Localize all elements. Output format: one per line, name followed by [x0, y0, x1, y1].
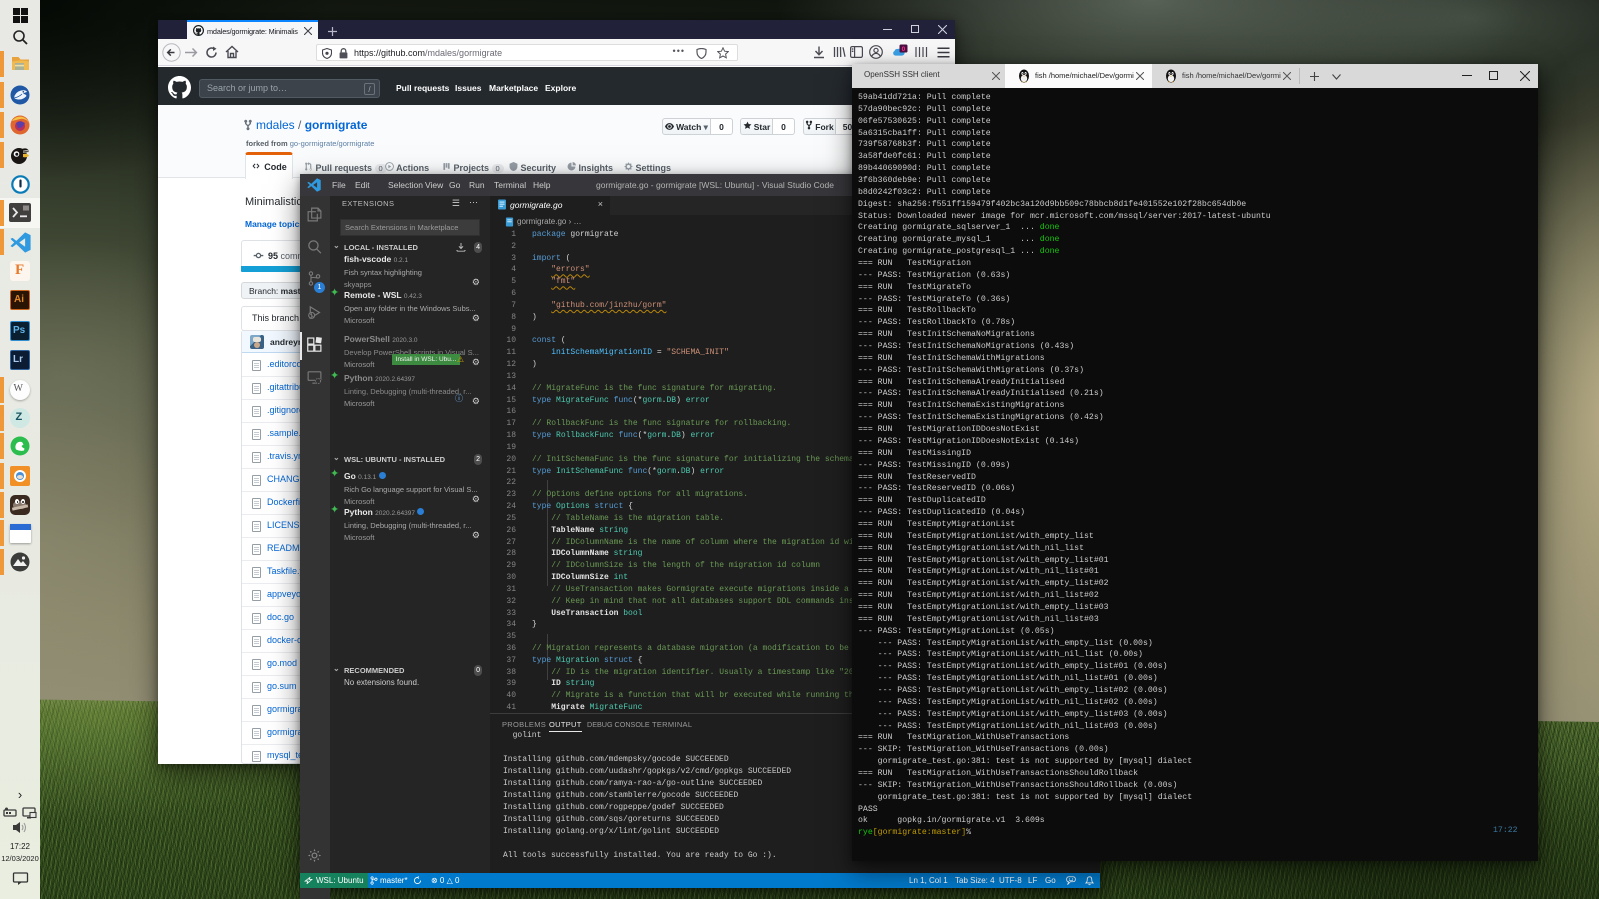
svg-text:0: 0 — [902, 46, 906, 53]
